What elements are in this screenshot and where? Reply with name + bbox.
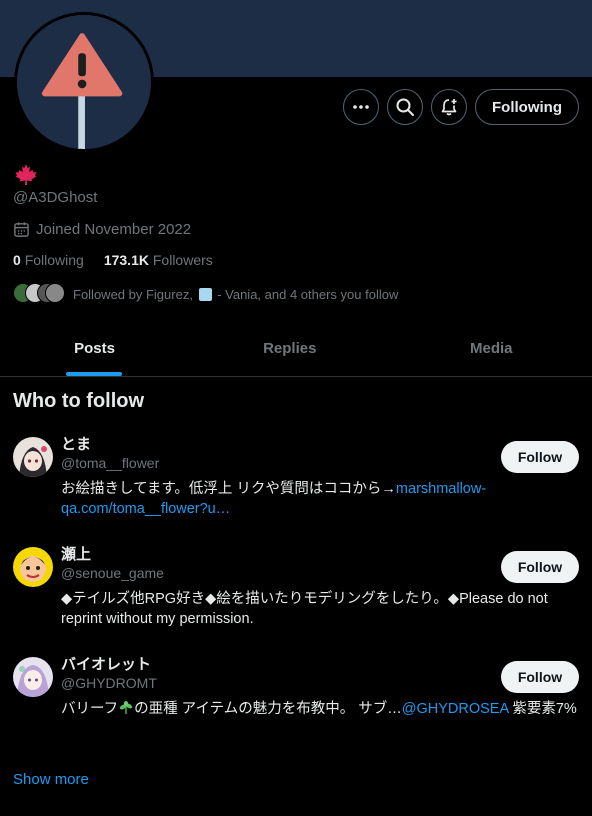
bio-mention-link[interactable]: @GHYDROSEA: [402, 701, 509, 717]
followers-link[interactable]: 173.1K Followers: [104, 252, 213, 268]
tab-posts[interactable]: Posts: [0, 320, 189, 376]
user-bio: お絵描きしてます。低浮上 リクや質問はココから→marshmallow-qa.c…: [61, 481, 487, 517]
search-button[interactable]: [387, 89, 423, 125]
tab-replies[interactable]: Replies: [189, 320, 391, 376]
avatar: [45, 283, 65, 303]
ice-cube-icon: [198, 287, 212, 301]
user-bio: ◆テイルズ他RPG好き◆絵を描いたりモデリングをしたり。◆Please do n…: [61, 591, 548, 627]
following-button[interactable]: Following: [475, 89, 579, 125]
avatar[interactable]: [13, 547, 53, 587]
calendar-icon: [14, 222, 29, 237]
user-handle[interactable]: @toma__flower: [61, 455, 159, 471]
herb-icon: [119, 701, 133, 714]
notifications-button[interactable]: [431, 89, 467, 125]
followed-by-avatars: [13, 283, 65, 305]
more-button[interactable]: [343, 89, 379, 125]
bell-plus-icon: [441, 99, 457, 116]
more-icon: [353, 105, 369, 109]
who-to-follow-title: Who to follow: [13, 390, 145, 412]
avatar[interactable]: [13, 657, 53, 697]
active-tab-indicator: [66, 372, 122, 376]
user-name[interactable]: とま: [61, 433, 91, 454]
follow-stats: 0 Following 173.1K Followers: [13, 252, 213, 268]
follow-button[interactable]: Follow: [501, 661, 579, 693]
user-handle[interactable]: @GHYDROMT: [61, 675, 157, 691]
maple-leaf-flag-icon: [15, 164, 37, 185]
show-more-link[interactable]: Show more: [13, 771, 89, 788]
profile-tabs: Posts Replies Media: [0, 320, 592, 377]
user-name[interactable]: 瀬上: [61, 543, 91, 564]
avatar[interactable]: [13, 437, 53, 477]
followed-by-prefix: Followed by Figurez,: [73, 286, 193, 302]
follow-button[interactable]: Follow: [501, 551, 579, 583]
search-icon: [396, 98, 414, 116]
joined-date: Joined November 2022: [13, 221, 191, 238]
profile-avatar[interactable]: [14, 12, 154, 152]
followed-by-suffix: - Vania, and 4 others you follow: [217, 286, 399, 302]
tab-media[interactable]: Media: [391, 320, 592, 376]
follow-button[interactable]: Follow: [501, 441, 579, 473]
followed-by[interactable]: Followed by Figurez, - Vania, and 4 othe…: [13, 283, 398, 305]
profile-handle: @A3DGhost: [13, 189, 98, 206]
user-name[interactable]: バイオレット: [61, 653, 151, 674]
user-handle[interactable]: @senoue_game: [61, 565, 164, 581]
warning-sign-icon: [17, 15, 151, 149]
joined-text: Joined November 2022: [36, 221, 192, 238]
user-bio: バリーフ の亜種 アイテムの魅力を布教中。 サブ…@GHYDROSEA 紫要素7%: [61, 701, 577, 717]
following-link[interactable]: 0 Following: [13, 252, 84, 268]
